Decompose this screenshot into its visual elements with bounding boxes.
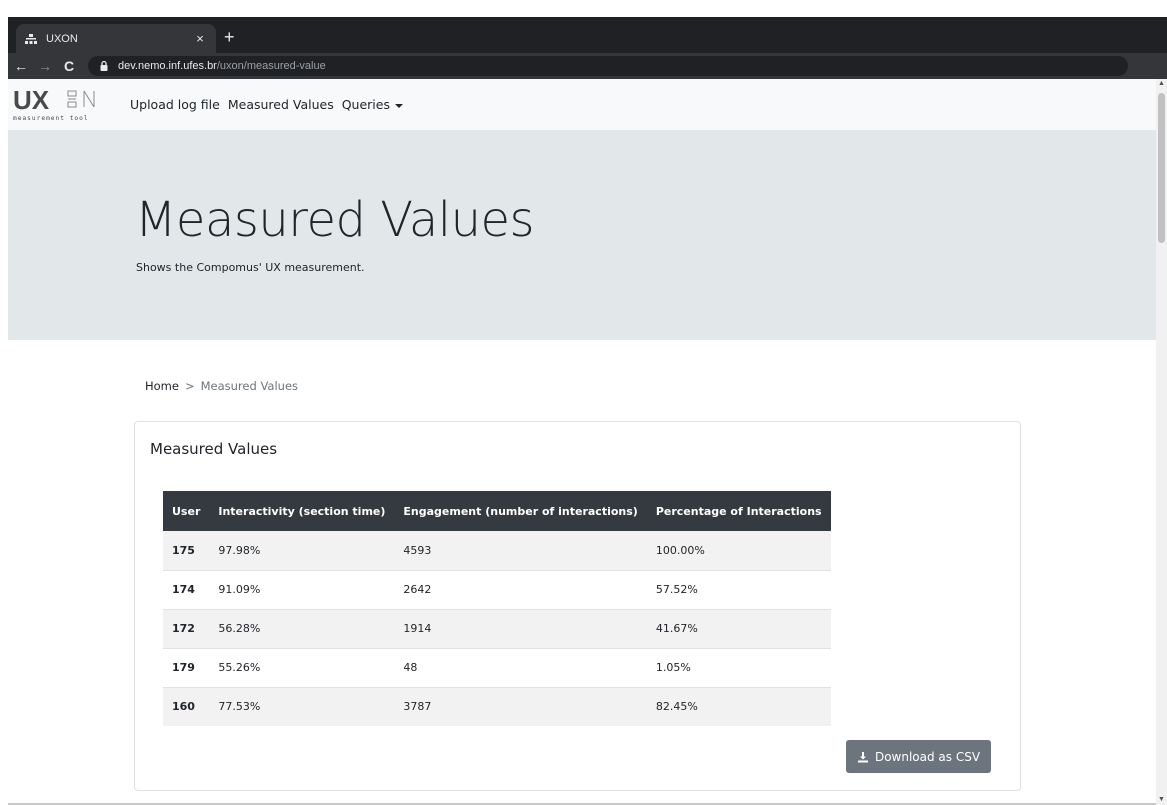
cell-interactivity: 91.09% xyxy=(209,569,395,609)
cell-percentage: 100.00% xyxy=(646,531,831,570)
tab-strip: UXON × + xyxy=(8,17,1167,53)
nav-link-queries-label: Queries xyxy=(341,97,390,112)
breadcrumb: Home > Measured Values xyxy=(145,379,298,393)
measured-values-card: Measured Values User Interactivity (sect… xyxy=(134,421,1021,791)
download-icon xyxy=(857,751,869,763)
tab-title: UXON xyxy=(46,32,78,45)
cell-user: 174 xyxy=(163,569,210,609)
new-tab-button[interactable]: + xyxy=(224,27,235,47)
breadcrumb-separator: > xyxy=(184,379,195,393)
browser-window: UXON × + ← → C dev.nemo.inf.ufes.br/uxon… xyxy=(8,17,1167,805)
card-title: Measured Values xyxy=(150,440,278,458)
cell-user: 179 xyxy=(163,647,210,687)
breadcrumb-current: Measured Values xyxy=(200,379,299,393)
cell-percentage: 82.45% xyxy=(646,686,831,726)
column-header-engagement: Engagement (number of interactions) xyxy=(394,491,647,531)
cell-interactivity: 56.28% xyxy=(209,608,395,648)
page-title: Measured Values xyxy=(135,192,535,248)
download-csv-button[interactable]: Download as CSV xyxy=(846,740,991,773)
navbar: UX measurement tool Upload log file Meas… xyxy=(8,79,1156,130)
breadcrumb-home[interactable]: Home xyxy=(145,379,179,393)
cell-percentage: 1.05% xyxy=(646,647,831,687)
address-bar[interactable]: dev.nemo.inf.ufes.br/uxon/measured-value xyxy=(88,56,1128,76)
caret-down-icon xyxy=(395,103,403,108)
logo-subtext: measurement tool xyxy=(13,115,89,122)
table-header-row: User Interactivity (section time) Engage… xyxy=(163,491,831,531)
nav-link-upload-log[interactable]: Upload log file xyxy=(130,97,220,112)
cell-engagement: 1914 xyxy=(394,608,647,648)
uxon-logo[interactable]: UX measurement tool xyxy=(11,85,121,125)
reload-icon[interactable]: C xyxy=(58,58,80,74)
jumbotron: Measured Values Shows the Compomus' UX m… xyxy=(8,130,1156,340)
browser-toolbar: ← → C dev.nemo.inf.ufes.br/uxon/measured… xyxy=(8,53,1167,79)
nav-link-measured-values[interactable]: Measured Values xyxy=(228,97,334,112)
vertical-scrollbar[interactable]: ▲ ▼ xyxy=(1156,79,1167,805)
cell-interactivity: 97.98% xyxy=(209,531,395,570)
logo-text: UX xyxy=(13,85,50,115)
cell-user: 172 xyxy=(163,608,210,648)
scrollbar-thumb[interactable] xyxy=(1158,93,1165,243)
uxon-favicon-icon xyxy=(24,32,38,46)
page-lead: Shows the Compomus' UX measurement. xyxy=(136,261,365,274)
measured-values-table: User Interactivity (section time) Engage… xyxy=(163,491,831,726)
cell-user: 160 xyxy=(163,686,210,726)
cell-engagement: 48 xyxy=(394,647,647,687)
cell-interactivity: 77.53% xyxy=(209,686,395,726)
scroll-up-arrow-icon[interactable]: ▲ xyxy=(1156,79,1167,89)
cell-interactivity: 55.26% xyxy=(209,647,395,687)
column-header-user: User xyxy=(163,491,210,531)
browser-tab[interactable]: UXON × xyxy=(16,24,216,53)
table-row: 172 56.28% 1914 41.67% xyxy=(163,608,831,648)
cell-percentage: 57.52% xyxy=(646,569,831,609)
scroll-down-arrow-icon[interactable]: ▼ xyxy=(1156,795,1167,805)
column-header-interactivity: Interactivity (section time) xyxy=(209,491,395,531)
url-path: /uxon/measured-value xyxy=(216,60,326,72)
cell-engagement: 4593 xyxy=(394,531,647,570)
tab-close-icon[interactable]: × xyxy=(192,31,208,46)
nav-dropdown-queries[interactable]: Queries xyxy=(342,97,403,112)
table-row: 160 77.53% 3787 82.45% xyxy=(163,686,831,726)
cell-percentage: 41.67% xyxy=(646,608,831,648)
cell-user: 175 xyxy=(163,531,210,570)
table-row: 179 55.26% 48 1.05% xyxy=(163,647,831,687)
url-host: dev.nemo.inf.ufes.br xyxy=(118,60,217,72)
page-viewport: UX measurement tool Upload log file Meas… xyxy=(8,79,1156,805)
nav-links: Upload log file Measured Values Queries xyxy=(130,97,411,112)
lock-icon xyxy=(98,60,110,72)
table-row: 175 97.98% 4593 100.00% xyxy=(163,531,831,570)
cell-engagement: 2642 xyxy=(394,569,647,609)
forward-icon[interactable]: → xyxy=(34,58,56,74)
column-header-percentage: Percentage of Interactions xyxy=(646,491,831,531)
table-row: 174 91.09% 2642 57.52% xyxy=(163,569,831,609)
back-icon[interactable]: ← xyxy=(10,58,32,74)
cell-engagement: 3787 xyxy=(394,686,647,726)
download-csv-label: Download as CSV xyxy=(874,749,981,764)
